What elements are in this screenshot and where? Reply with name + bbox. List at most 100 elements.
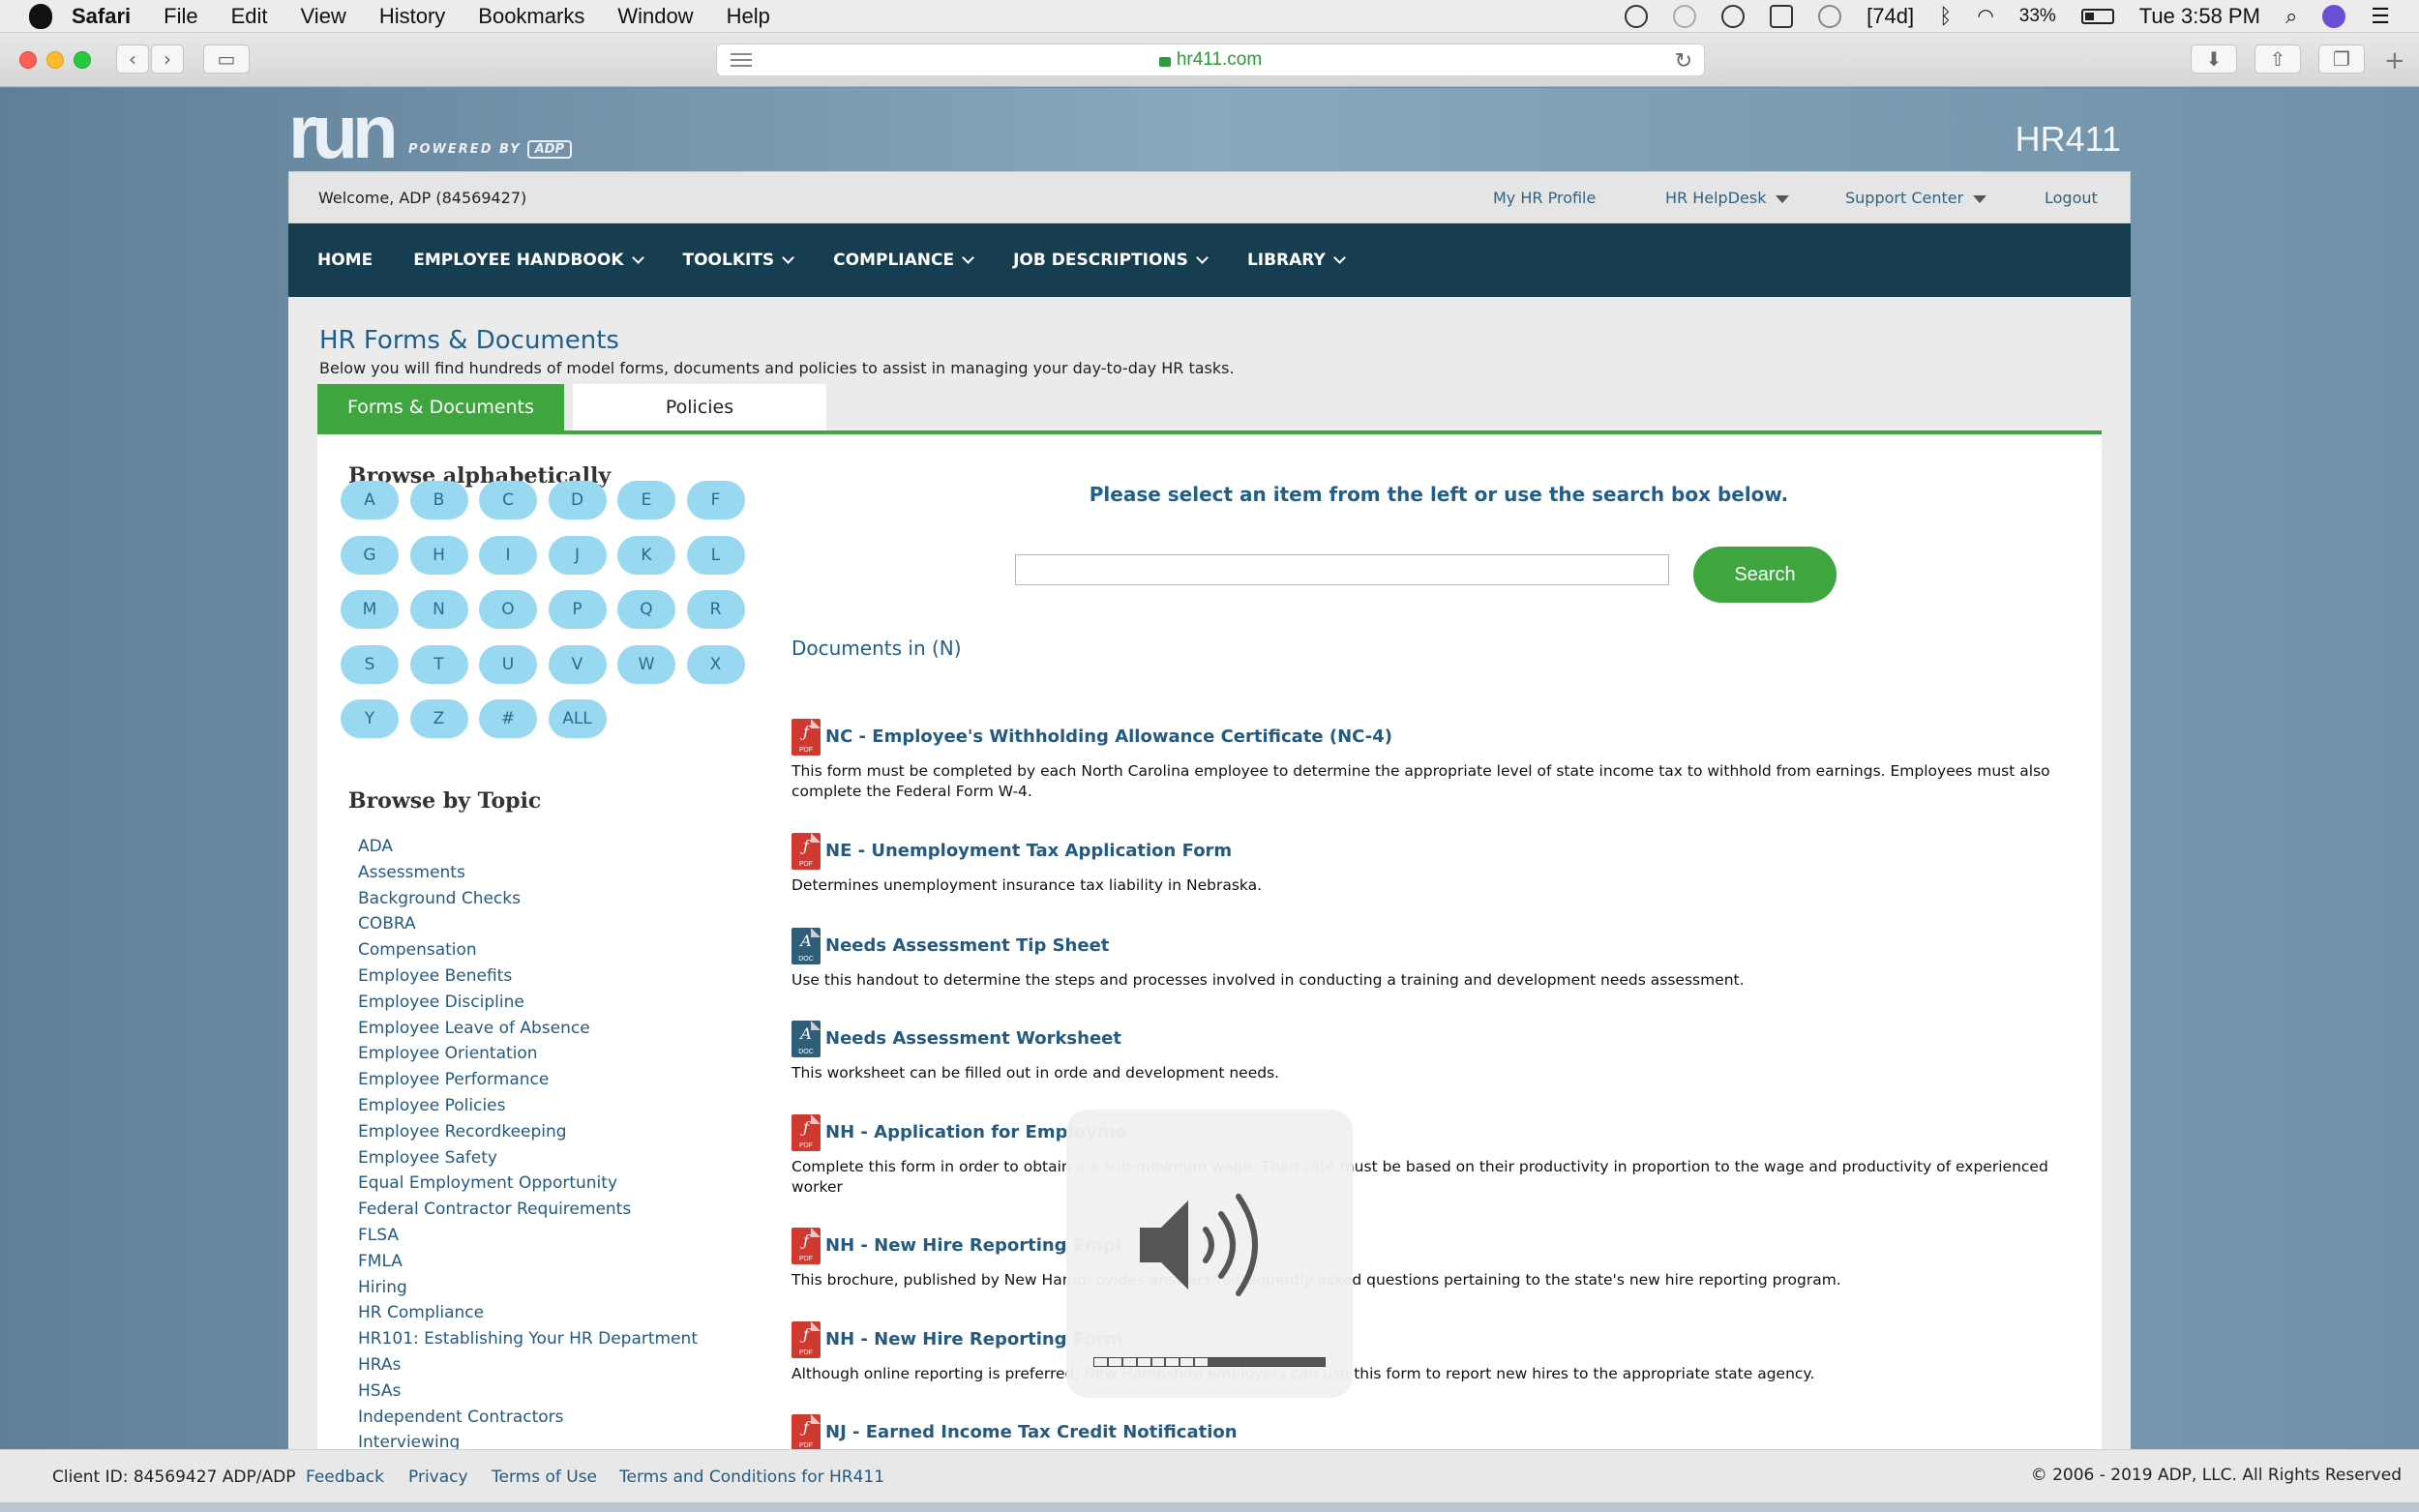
letter-button-h[interactable]: H (409, 535, 468, 575)
logout-link[interactable]: Logout (2045, 189, 2098, 207)
topic-link[interactable]: ADA (358, 837, 393, 856)
forward-button[interactable]: › (151, 44, 184, 74)
close-window-button[interactable] (19, 51, 37, 69)
footer-feedback-link[interactable]: Feedback (306, 1468, 384, 1487)
spotlight-icon[interactable]: ⌕ (2285, 4, 2297, 29)
letter-button-all[interactable]: ALL (548, 699, 607, 738)
topic-link[interactable]: Federal Contractor Requirements (358, 1200, 631, 1219)
doc-icon[interactable]: A DOC (791, 1021, 821, 1057)
topic-link[interactable]: Employee Leave of Absence (358, 1019, 590, 1038)
battery-icon[interactable] (2080, 8, 2114, 24)
battery-percent[interactable]: 33% (2019, 6, 2056, 27)
topic-link[interactable]: HRAs (358, 1355, 401, 1375)
my-hr-profile-link[interactable]: My HR Profile (1493, 189, 1596, 207)
topic-link[interactable]: Equal Employment Opportunity (358, 1173, 617, 1193)
sync-icon[interactable] (1818, 4, 1842, 28)
topic-link[interactable]: Compensation (358, 940, 477, 960)
document-title-link[interactable]: NJ - Earned Income Tax Credit Notificati… (825, 1422, 1238, 1442)
pdf-icon[interactable]: ƒ PDF (791, 1114, 821, 1151)
footer-terms-conditions-link[interactable]: Terms and Conditions for HR411 (619, 1468, 884, 1487)
document-title-link[interactable]: Needs Assessment Tip Sheet (825, 935, 1109, 956)
menu-bookmarks[interactable]: Bookmarks (478, 4, 584, 29)
letter-button-e[interactable]: E (617, 481, 675, 519)
topic-link[interactable]: FMLA (358, 1252, 403, 1271)
minimize-window-button[interactable] (46, 51, 64, 69)
letter-button-j[interactable]: J (548, 535, 607, 575)
letter-button-z[interactable]: Z (409, 699, 468, 738)
topic-link[interactable]: HSAs (358, 1381, 401, 1401)
letter-button-v[interactable]: V (548, 644, 607, 684)
letter-button-u[interactable]: U (479, 644, 537, 684)
letter-button-o[interactable]: O (479, 590, 537, 629)
footer-privacy-link[interactable]: Privacy (408, 1468, 468, 1487)
topic-link[interactable]: Hiring (358, 1278, 407, 1297)
letter-button-c[interactable]: C (479, 481, 537, 519)
bluetooth-icon[interactable]: ᛒ (1939, 4, 1952, 29)
letter-button-d[interactable]: D (548, 481, 607, 519)
menu-window[interactable]: Window (617, 4, 693, 29)
letter-button-m[interactable]: M (341, 590, 399, 629)
notification-center-icon[interactable]: ☰ (2371, 4, 2390, 29)
topic-link[interactable]: Employee Policies (358, 1096, 505, 1115)
letter-button-p[interactable]: P (548, 590, 607, 629)
menu-view[interactable]: View (301, 4, 346, 29)
topic-link[interactable]: Employee Benefits (358, 966, 512, 986)
zoom-window-button[interactable] (74, 51, 91, 69)
tabs-overview-button[interactable]: ❐ (2318, 44, 2365, 74)
letter-button-f[interactable]: F (686, 481, 745, 519)
share-button[interactable]: ⇧ (2255, 44, 2301, 74)
clock[interactable]: Tue 3:58 PM (2139, 4, 2260, 29)
document-title-link[interactable]: NC - Employee's Withholding Allowance Ce… (825, 726, 1392, 747)
topic-link[interactable]: Employee Discipline (358, 993, 524, 1012)
globe-icon[interactable] (1625, 4, 1649, 28)
pdf-icon[interactable]: ƒ PDF (791, 1228, 821, 1264)
letter-button-s[interactable]: S (341, 644, 399, 684)
letter-button-x[interactable]: X (686, 644, 745, 684)
address-bar[interactable]: hr411.com ↻ (716, 44, 1705, 76)
letter-button-k[interactable]: K (617, 535, 675, 575)
search-input[interactable] (1015, 554, 1669, 585)
nav-library[interactable]: LIBRARY (1247, 251, 1346, 270)
back-button[interactable]: ‹ (116, 44, 149, 74)
nav-employee-handbook[interactable]: EMPLOYEE HANDBOOK (413, 251, 644, 270)
letter-button-i[interactable]: I (479, 535, 537, 575)
menu-file[interactable]: File (164, 4, 197, 29)
document-title-link[interactable]: Needs Assessment Worksheet (825, 1028, 1121, 1049)
letter-button-l[interactable]: L (686, 535, 745, 575)
hr-helpdesk-link[interactable]: HR HelpDesk (1665, 189, 1790, 207)
letter-button-r[interactable]: R (686, 590, 745, 629)
letter-button-b[interactable]: B (409, 481, 468, 519)
new-tab-button[interactable]: + (2384, 46, 2405, 75)
menu-safari[interactable]: Safari (72, 4, 131, 29)
topic-link[interactable]: HR Compliance (358, 1303, 484, 1322)
menu-history[interactable]: History (379, 4, 445, 29)
support-center-link[interactable]: Support Center (1845, 189, 1987, 207)
topic-link[interactable]: HR101: Establishing Your HR Department (358, 1329, 698, 1349)
footer-terms-link[interactable]: Terms of Use (492, 1468, 597, 1487)
pdf-icon[interactable]: ƒ PDF (791, 719, 821, 756)
apple-icon[interactable] (29, 3, 52, 29)
letter-button-w[interactable]: W (617, 644, 675, 684)
tab-policies[interactable]: Policies (573, 384, 826, 430)
pdf-icon[interactable]: ƒ PDF (791, 1414, 821, 1449)
topic-link[interactable]: Background Checks (358, 889, 521, 908)
nav-compliance[interactable]: COMPLIANCE (833, 251, 974, 270)
nav-home[interactable]: HOME (317, 251, 373, 270)
letter-button-hash[interactable]: # (479, 699, 537, 738)
sidebar-toggle-button[interactable]: ▭ (203, 44, 250, 74)
pdf-icon[interactable]: ƒ PDF (791, 1321, 821, 1358)
pdf-icon[interactable]: ƒ PDF (791, 833, 821, 870)
siri-icon[interactable] (2322, 4, 2346, 28)
reader-icon[interactable] (731, 53, 752, 71)
reload-icon[interactable]: ↻ (1675, 48, 1692, 74)
run-logo[interactable]: run (288, 94, 399, 169)
tab-forms-documents[interactable]: Forms & Documents (317, 384, 564, 430)
creative-cloud-icon[interactable] (1721, 4, 1746, 28)
downloads-button[interactable]: ⬇ (2191, 44, 2237, 74)
letter-button-g[interactable]: G (341, 535, 399, 575)
letter-button-a[interactable]: A (341, 481, 399, 519)
topic-link[interactable]: FLSA (358, 1226, 399, 1245)
status-text[interactable]: [74d] (1867, 4, 1914, 29)
screen-icon[interactable] (1770, 4, 1794, 28)
topic-link[interactable]: Employee Recordkeeping (358, 1122, 567, 1141)
